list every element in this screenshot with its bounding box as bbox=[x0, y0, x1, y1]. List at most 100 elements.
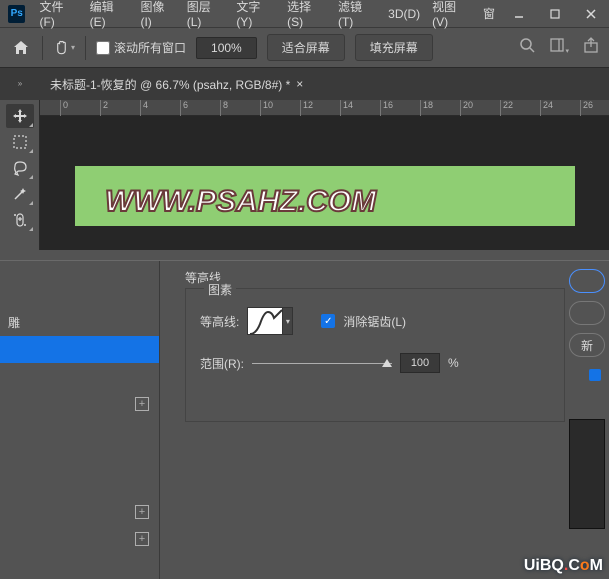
contour-group: 图素 等高线: ▾ ✓ 消除锯齿(L) 范围(R): bbox=[185, 288, 565, 422]
share-icon[interactable] bbox=[583, 37, 599, 58]
ruler-tick: 14 bbox=[340, 100, 353, 116]
antialias-checkbox[interactable]: ✓ bbox=[321, 314, 335, 328]
add-effect-icon[interactable]: + bbox=[135, 532, 149, 546]
slider-thumb-icon[interactable] bbox=[382, 359, 392, 367]
tool-flyout-icon bbox=[29, 123, 33, 127]
canvas-area[interactable]: WWW.PSAHZ.COM bbox=[40, 116, 609, 250]
menu-view[interactable]: 视图(V) bbox=[426, 0, 477, 29]
list-item[interactable] bbox=[0, 444, 159, 471]
range-value-input[interactable] bbox=[400, 353, 440, 373]
menu-window[interactable]: 窗 bbox=[477, 5, 501, 22]
menu-select[interactable]: 选择(S) bbox=[281, 0, 332, 29]
watermark: UiBQ.CoM bbox=[524, 557, 603, 575]
options-bar: ▾ 滚动所有窗口 100% 适合屏幕 填充屏幕 ▾ bbox=[0, 28, 609, 68]
workspace-icon[interactable]: ▾ bbox=[549, 37, 569, 58]
ruler-tick: 12 bbox=[300, 100, 313, 116]
scroll-all-windows-checkbox[interactable]: 滚动所有窗口 bbox=[96, 39, 186, 56]
ok-button[interactable] bbox=[569, 269, 605, 293]
list-item[interactable] bbox=[0, 471, 159, 498]
range-slider[interactable] bbox=[252, 357, 392, 369]
list-item[interactable]: 雕 bbox=[0, 309, 159, 336]
scroll-all-windows-label: 滚动所有窗口 bbox=[114, 39, 186, 56]
hand-tool-icon[interactable]: ▾ bbox=[53, 37, 75, 59]
healing-brush-tool[interactable] bbox=[6, 208, 34, 232]
ruler-tick: 26 bbox=[580, 100, 593, 116]
add-effect-icon[interactable]: + bbox=[135, 397, 149, 411]
panel-expand-icon[interactable]: » bbox=[0, 80, 40, 88]
tool-flyout-icon bbox=[29, 227, 33, 231]
marquee-tool[interactable] bbox=[6, 130, 34, 154]
tool-flyout-icon bbox=[29, 175, 33, 179]
ruler-tick: 6 bbox=[180, 100, 188, 116]
document-tab-bar: » 未标题-1-恢复的 @ 66.7% (psahz, RGB/8#) * × bbox=[0, 68, 609, 100]
ruler-tick: 18 bbox=[420, 100, 433, 116]
list-item[interactable]: + bbox=[0, 525, 159, 552]
menu-filter[interactable]: 滤镜(T) bbox=[332, 0, 382, 29]
separator bbox=[42, 36, 43, 60]
menu-layer[interactable]: 图层(L) bbox=[181, 0, 231, 29]
document-tab[interactable]: 未标题-1-恢复的 @ 66.7% (psahz, RGB/8#) * × bbox=[40, 68, 313, 100]
zoom-level-input[interactable]: 100% bbox=[196, 37, 257, 59]
ruler-tick: 0 bbox=[60, 100, 68, 116]
close-tab-icon[interactable]: × bbox=[296, 77, 303, 91]
menu-file[interactable]: 文件(F) bbox=[33, 0, 83, 29]
new-style-button[interactable]: 新 bbox=[569, 333, 605, 357]
fit-screen-button[interactable]: 适合屏幕 bbox=[267, 34, 345, 61]
fill-screen-button[interactable]: 填充屏幕 bbox=[355, 34, 433, 61]
menu-bar: Ps 文件(F) 编辑(E) 图像(I) 图层(L) 文字(Y) 选择(S) 滤… bbox=[0, 0, 609, 28]
ruler-tick: 2 bbox=[100, 100, 108, 116]
list-item-label: 雕 bbox=[8, 314, 20, 331]
ruler-tick: 10 bbox=[260, 100, 273, 116]
layer-style-list: 雕 + + + bbox=[0, 261, 160, 579]
cancel-button[interactable] bbox=[569, 301, 605, 325]
contour-label: 等高线: bbox=[200, 313, 239, 330]
lasso-tool[interactable] bbox=[6, 156, 34, 180]
contour-curve-picker[interactable] bbox=[247, 307, 283, 335]
menu-3d[interactable]: 3D(D) bbox=[382, 7, 426, 21]
ruler-tick: 4 bbox=[140, 100, 148, 116]
scroll-all-windows-input[interactable] bbox=[96, 41, 110, 55]
magic-wand-tool[interactable] bbox=[6, 182, 34, 206]
ruler-tick: 22 bbox=[500, 100, 513, 116]
layer-style-dialog: 雕 + + + 等高线 图素 等高线: ▾ ✓ 消除锯齿(L) bbox=[0, 260, 609, 579]
contour-group-title: 等高线 bbox=[185, 269, 565, 286]
antialias-label: 消除锯齿(L) bbox=[343, 313, 406, 330]
artboard: WWW.PSAHZ.COM bbox=[75, 166, 575, 226]
list-item-active[interactable] bbox=[0, 336, 159, 363]
close-button[interactable] bbox=[573, 0, 609, 28]
add-effect-icon[interactable]: + bbox=[135, 505, 149, 519]
menu-image[interactable]: 图像(I) bbox=[134, 0, 180, 29]
contour-subtitle: 图素 bbox=[204, 281, 236, 298]
contour-panel: 等高线 图素 等高线: ▾ ✓ 消除锯齿(L) 范围(R): bbox=[185, 269, 565, 422]
contour-dropdown-icon[interactable]: ▾ bbox=[283, 307, 293, 335]
tool-flyout-icon bbox=[29, 201, 33, 205]
list-item[interactable] bbox=[0, 417, 159, 444]
move-tool[interactable] bbox=[6, 104, 34, 128]
ruler-tick: 16 bbox=[380, 100, 393, 116]
range-label: 范围(R): bbox=[200, 355, 244, 372]
photoshop-logo-icon: Ps bbox=[8, 5, 25, 23]
menu-edit[interactable]: 编辑(E) bbox=[84, 0, 135, 29]
search-icon[interactable] bbox=[519, 37, 535, 58]
document-tab-title: 未标题-1-恢复的 @ 66.7% (psahz, RGB/8#) * bbox=[50, 76, 290, 93]
canvas-text: WWW.PSAHZ.COM bbox=[105, 185, 377, 218]
tool-flyout-icon bbox=[29, 149, 33, 153]
menu-type[interactable]: 文字(Y) bbox=[230, 0, 281, 29]
preview-thumbnail bbox=[569, 419, 605, 529]
minimize-button[interactable] bbox=[501, 0, 537, 28]
window-controls bbox=[501, 0, 609, 28]
ruler-tick: 20 bbox=[460, 100, 473, 116]
ruler-tick: 8 bbox=[220, 100, 228, 116]
preview-checkbox[interactable] bbox=[589, 369, 601, 381]
separator bbox=[85, 36, 86, 60]
ruler-tick: 24 bbox=[540, 100, 553, 116]
home-icon[interactable] bbox=[10, 37, 32, 59]
dialog-buttons: 新 bbox=[567, 269, 609, 529]
list-item[interactable] bbox=[0, 363, 159, 390]
tool-panel bbox=[0, 100, 40, 250]
maximize-button[interactable] bbox=[537, 0, 573, 28]
horizontal-ruler: 02468101214161820222426 bbox=[40, 100, 609, 116]
range-unit: % bbox=[448, 356, 459, 370]
list-item[interactable]: + bbox=[0, 498, 159, 525]
list-item[interactable]: + bbox=[0, 390, 159, 417]
